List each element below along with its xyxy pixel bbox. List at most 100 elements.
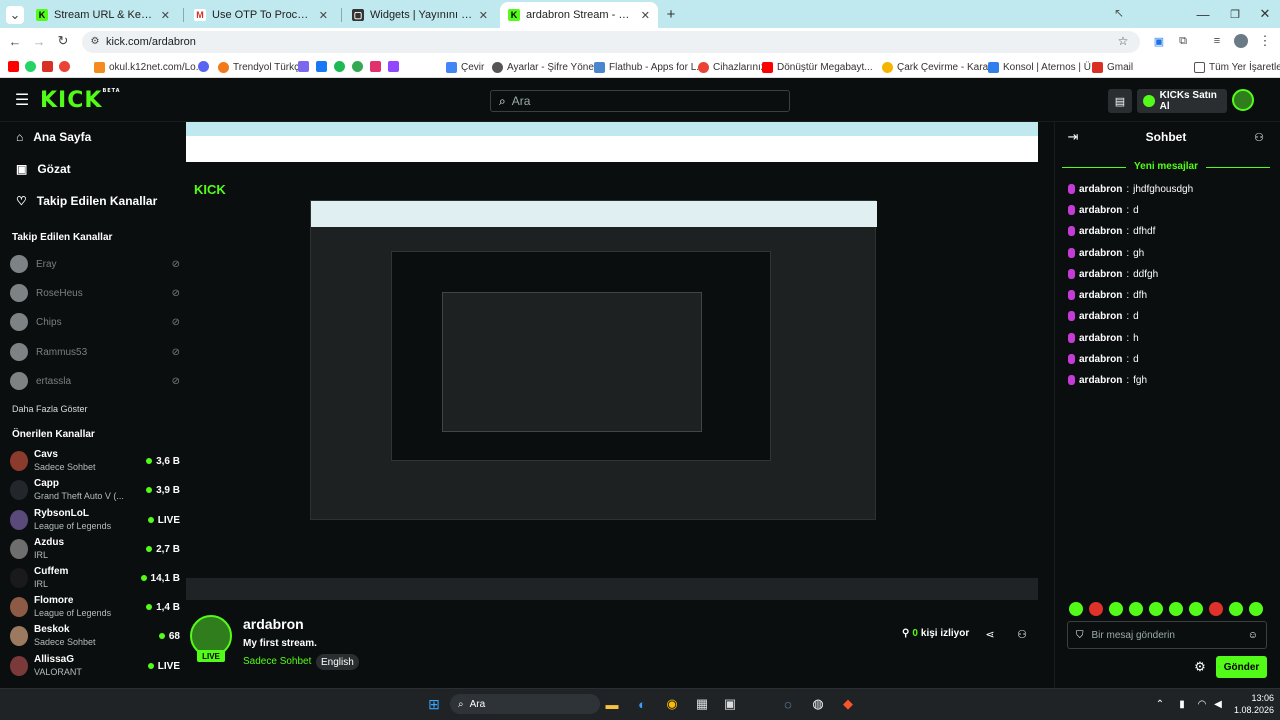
minimize-button[interactable]: — [1194, 5, 1212, 23]
store-icon[interactable]: ▦ [692, 694, 712, 714]
maximize-button[interactable]: ❐ [1226, 5, 1244, 23]
chat-message[interactable]: ardabron: dfhdf [1068, 223, 1155, 239]
emote-icon[interactable] [1209, 602, 1223, 616]
maps-icon[interactable] [352, 61, 363, 72]
buy-kicks-button[interactable]: KICKs Satın Al [1137, 89, 1227, 113]
profile-avatar[interactable] [1234, 34, 1248, 48]
chat-username[interactable]: ardabron [1079, 269, 1122, 280]
followed-channel[interactable]: RoseHeus ⊘ [10, 282, 180, 304]
chat-username[interactable]: ardabron [1079, 184, 1122, 195]
chat-username[interactable]: ardabron [1079, 354, 1122, 365]
tray-chevron-icon[interactable]: ⌃ [1150, 694, 1170, 714]
all-bookmarks[interactable]: Tüm Yer İşaretleri [1194, 59, 1280, 75]
recommended-channel[interactable]: AllissaG VALORANT LIVE [10, 652, 180, 680]
extension-icon[interactable]: ▣ [1152, 34, 1166, 48]
nav-browse[interactable]: ▣ Gözat [16, 158, 71, 180]
chat-message[interactable]: ardabron: h [1068, 330, 1139, 346]
tab-2[interactable]: ▢ Widgets | Yayınını güçlendirmel ✕ [344, 2, 496, 28]
emote-icon[interactable] [1169, 602, 1183, 616]
recommended-channel[interactable]: Cuffem IRL 14,1 B [10, 564, 180, 592]
dashboard-icon[interactable]: ▤ [1108, 89, 1132, 113]
chat-message[interactable]: ardabron: fgh [1068, 372, 1147, 388]
emote-icon[interactable] [1109, 602, 1123, 616]
bookmark-star-icon[interactable]: ☆ [1116, 34, 1130, 48]
search-input[interactable]: ⌕ Ara [490, 90, 790, 112]
nav-home[interactable]: ⌂ Ana Sayfa [16, 126, 91, 148]
emote-icon[interactable] [1129, 602, 1143, 616]
emoji-icon[interactable]: ☺ [1248, 630, 1258, 641]
chat-message[interactable]: ardabron: d [1068, 202, 1139, 218]
tab-3-active[interactable]: K ardabron Stream - Watch Live o ✕ [500, 2, 658, 28]
youtube-icon[interactable] [8, 61, 19, 72]
recommended-channel[interactable]: Azdus IRL 2,7 B [10, 535, 180, 563]
close-icon[interactable]: ✕ [479, 9, 488, 22]
edge-icon[interactable]: ◐ [632, 694, 652, 714]
window-close-button[interactable]: ✕ [1256, 5, 1274, 23]
whatsapp-icon[interactable] [25, 61, 36, 72]
bookmark-item[interactable]: Gmail [1092, 59, 1133, 75]
emote-icon[interactable] [1189, 602, 1203, 616]
forward-icon[interactable]: → [30, 32, 48, 50]
followed-channel[interactable]: Eray ⊘ [10, 253, 180, 275]
bookmark-item[interactable]: Konsol | Aternos | Ü... [988, 59, 1099, 75]
obs-icon[interactable]: ◍ [808, 694, 828, 714]
video-player[interactable]: KICK [186, 122, 1038, 600]
followed-channel[interactable]: Rammus53 ⊘ [10, 341, 180, 363]
menu-icon[interactable]: ⋮ [1258, 33, 1272, 48]
chat-username[interactable]: ardabron [1079, 375, 1122, 386]
tab-1[interactable]: M Use OTP To Proceed - ardacagi ✕ [186, 2, 336, 28]
clock[interactable]: 13:06 1.08.2026 [1226, 692, 1274, 716]
gmail-icon[interactable] [42, 61, 53, 72]
spotify-icon[interactable] [334, 61, 345, 72]
chat-username[interactable]: ardabron [1079, 226, 1122, 237]
collapse-chat-icon[interactable]: ⇥ [1066, 129, 1080, 144]
emote-icon[interactable] [1069, 602, 1083, 616]
nav-following[interactable]: ♡ Takip Edilen Kanallar [16, 190, 157, 212]
bookmark-item[interactable]: Cihazlarınız [698, 59, 766, 75]
channel-name[interactable]: ardabron [243, 616, 304, 632]
bookmark-item[interactable]: okul.k12net.com/Lo... [94, 59, 204, 75]
bookmark-item[interactable]: Çevir [446, 59, 484, 75]
emote-icon[interactable] [1229, 602, 1243, 616]
chat-input[interactable]: ⛉ Bir mesaj gönderin ☺ [1067, 621, 1267, 649]
chat-message[interactable]: ardabron: jhdfghousdgh [1068, 181, 1193, 197]
chat-username[interactable]: ardabron [1079, 205, 1122, 216]
windows-start-icon[interactable]: ⊞ [424, 694, 444, 714]
send-button[interactable]: Gönder [1216, 656, 1267, 678]
stream-category-link[interactable]: Sadece Sohbet [243, 656, 311, 667]
chat-message[interactable]: ardabron: dfh [1068, 287, 1147, 303]
chrome-icon[interactable]: ◉ [662, 694, 682, 714]
brave-icon[interactable]: ◆ [838, 694, 858, 714]
hamburger-menu-icon[interactable]: ☰ [12, 90, 32, 110]
instagram-icon[interactable] [370, 61, 381, 72]
share-icon[interactable]: ⋖ [982, 626, 998, 642]
taskbar-search[interactable]: ⌕ Ara [450, 694, 600, 714]
chat-settings-gear-icon[interactable]: ⚙ [1192, 659, 1208, 675]
puzzle-icon[interactable]: ⧉ [1176, 34, 1190, 48]
chat-message[interactable]: ardabron: d [1068, 308, 1139, 324]
app-icon[interactable] [316, 61, 327, 72]
back-icon[interactable]: ← [6, 32, 24, 50]
user-action-icon[interactable]: ⚇ [1014, 626, 1030, 642]
recommended-channel[interactable]: Cavs Sadece Sohbet 3,6 B [10, 447, 180, 475]
chat-username[interactable]: ardabron [1079, 248, 1122, 259]
recommended-channel[interactable]: Flomore League of Legends 1,4 B [10, 593, 180, 621]
tab-search-icon[interactable]: ⌄ [6, 6, 24, 24]
recommended-channel[interactable]: Beskok Sadece Sohbet 68 [10, 622, 180, 650]
chat-message[interactable]: ardabron: d [1068, 351, 1139, 367]
volume-icon[interactable]: ◀ [1208, 694, 1228, 714]
recommended-channel[interactable]: RybsonLoL League of Legends LIVE [10, 506, 180, 534]
app-icon[interactable]: ▣ [720, 694, 740, 714]
followed-channel[interactable]: ertassla ⊘ [10, 370, 180, 392]
site-info-icon[interactable]: ⚙ [88, 34, 102, 48]
tab-0[interactable]: K Stream URL & Key - Kick Dashb ✕ [28, 2, 178, 28]
chat-message[interactable]: ardabron: ddfgh [1068, 266, 1158, 282]
show-more-link[interactable]: Daha Fazla Göster [12, 404, 88, 414]
address-bar[interactable]: kick.com/ardabron [82, 31, 1140, 53]
bookmark-item[interactable]: Çark Çevirme - Kara... [882, 59, 996, 75]
chat-username[interactable]: ardabron [1079, 333, 1122, 344]
media-icon[interactable]: ≡ [1210, 34, 1224, 48]
emote-icon[interactable] [1249, 602, 1263, 616]
google-icon[interactable] [59, 61, 70, 72]
followed-channel[interactable]: Chips ⊘ [10, 311, 180, 333]
